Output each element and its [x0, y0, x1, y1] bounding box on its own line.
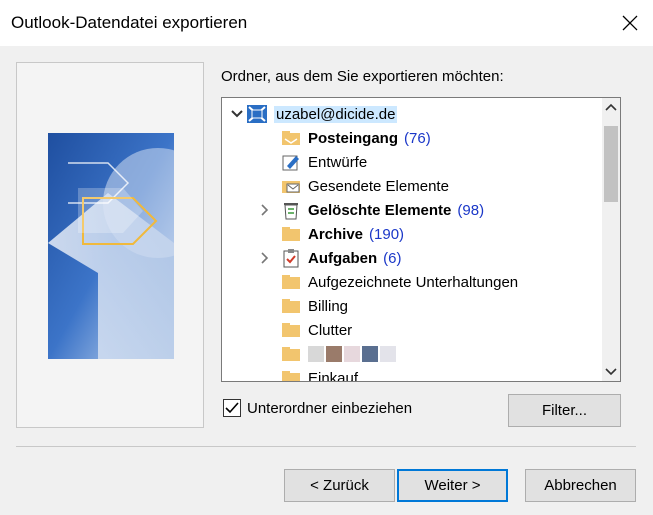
folder-icon [280, 366, 302, 381]
tree-row-einkauf[interactable]: Einkauf [280, 366, 359, 382]
folder-label-text: Clutter [308, 321, 353, 339]
separator [16, 446, 636, 447]
next-button[interactable]: Weiter > [397, 469, 508, 502]
folder-label-text: Gesendete Elemente [308, 177, 449, 195]
chevron-down-icon[interactable] [228, 102, 246, 126]
unread-count: (98) [457, 201, 485, 219]
scroll-up-button[interactable] [602, 98, 620, 116]
folder-label-text: Aufgaben [308, 249, 378, 267]
tree-row-gesendete[interactable]: Gesendete Elemente [280, 174, 449, 198]
inbox-folder-icon [280, 126, 302, 150]
window-title: Outlook-Datendatei exportieren [11, 13, 248, 32]
checkmark-icon [225, 402, 239, 414]
tree-account-row[interactable]: uzabel@dicide.de [228, 102, 398, 126]
folder-icon [280, 342, 302, 366]
export-illustration [48, 133, 174, 359]
filter-button[interactable]: Filter... [508, 394, 621, 427]
scroll-thumb[interactable] [604, 126, 618, 202]
folder-label-text: Posteingang [308, 129, 399, 147]
tasks-icon [280, 246, 302, 270]
chevron-down-icon [605, 368, 617, 376]
unread-count: (76) [404, 129, 431, 147]
tree-row-aufgezeichnete[interactable]: Aufgezeichnete Unterhaltungen [280, 270, 518, 294]
folder-label-text: Billing [308, 297, 349, 315]
folder-label-text: Entwürfe [308, 153, 368, 171]
close-button[interactable] [607, 0, 653, 46]
folder-label: Ordner, aus dem Sie exportieren möchten: [221, 68, 504, 85]
tree-row-aufgaben[interactable]: Aufgaben (6) [256, 246, 402, 270]
close-icon [622, 15, 638, 31]
account-label: uzabel@dicide.de [274, 105, 398, 123]
title-bar: Outlook-Datendatei exportieren [0, 0, 653, 46]
folder-icon [280, 294, 302, 318]
account-icon [246, 102, 268, 126]
folder-label-text: Aufgezeichnete Unterhaltungen [308, 273, 519, 291]
chevron-right-icon[interactable] [256, 246, 274, 270]
include-subfolders-label: Unterordner einbeziehen [247, 399, 413, 417]
tree-row-geloeschte[interactable]: Gelöschte Elemente (98) [256, 198, 484, 222]
trash-icon [280, 198, 302, 222]
scroll-down-button[interactable] [602, 363, 620, 381]
tree-row-archive[interactable]: Archive (190) [280, 222, 404, 246]
sent-folder-icon [280, 174, 302, 198]
tree-row-billing[interactable]: Billing [280, 294, 348, 318]
cancel-button[interactable]: Abbrechen [525, 469, 636, 502]
chevron-right-icon[interactable] [256, 198, 274, 222]
vertical-scrollbar[interactable] [602, 98, 620, 381]
folder-label-text: Gelöschte Elemente [308, 201, 452, 219]
include-subfolders-checkbox[interactable] [223, 399, 241, 417]
back-button[interactable]: < Zurück [284, 469, 395, 502]
folder-icon [280, 222, 302, 246]
tree-row-redacted[interactable] [280, 342, 398, 366]
tree-row-clutter[interactable]: Clutter [280, 318, 352, 342]
wizard-illustration-panel [16, 62, 204, 428]
folder-tree[interactable]: uzabel@dicide.de Posteingang (76) Entwür… [221, 97, 621, 382]
drafts-folder-icon [280, 150, 302, 174]
tree-row-entwuerfe[interactable]: Entwürfe [280, 150, 367, 174]
folder-label-text: Archive [308, 225, 364, 243]
chevron-up-icon [605, 103, 617, 111]
unread-count: (190) [369, 225, 405, 243]
folder-icon [280, 318, 302, 342]
unread-count: (6) [383, 249, 402, 267]
folder-icon [280, 270, 302, 294]
redacted-label [308, 346, 398, 362]
tree-row-posteingang[interactable]: Posteingang (76) [280, 126, 431, 150]
include-subfolders-option[interactable]: Unterordner einbeziehen [223, 399, 412, 417]
folder-label-text: Einkauf [308, 369, 359, 382]
